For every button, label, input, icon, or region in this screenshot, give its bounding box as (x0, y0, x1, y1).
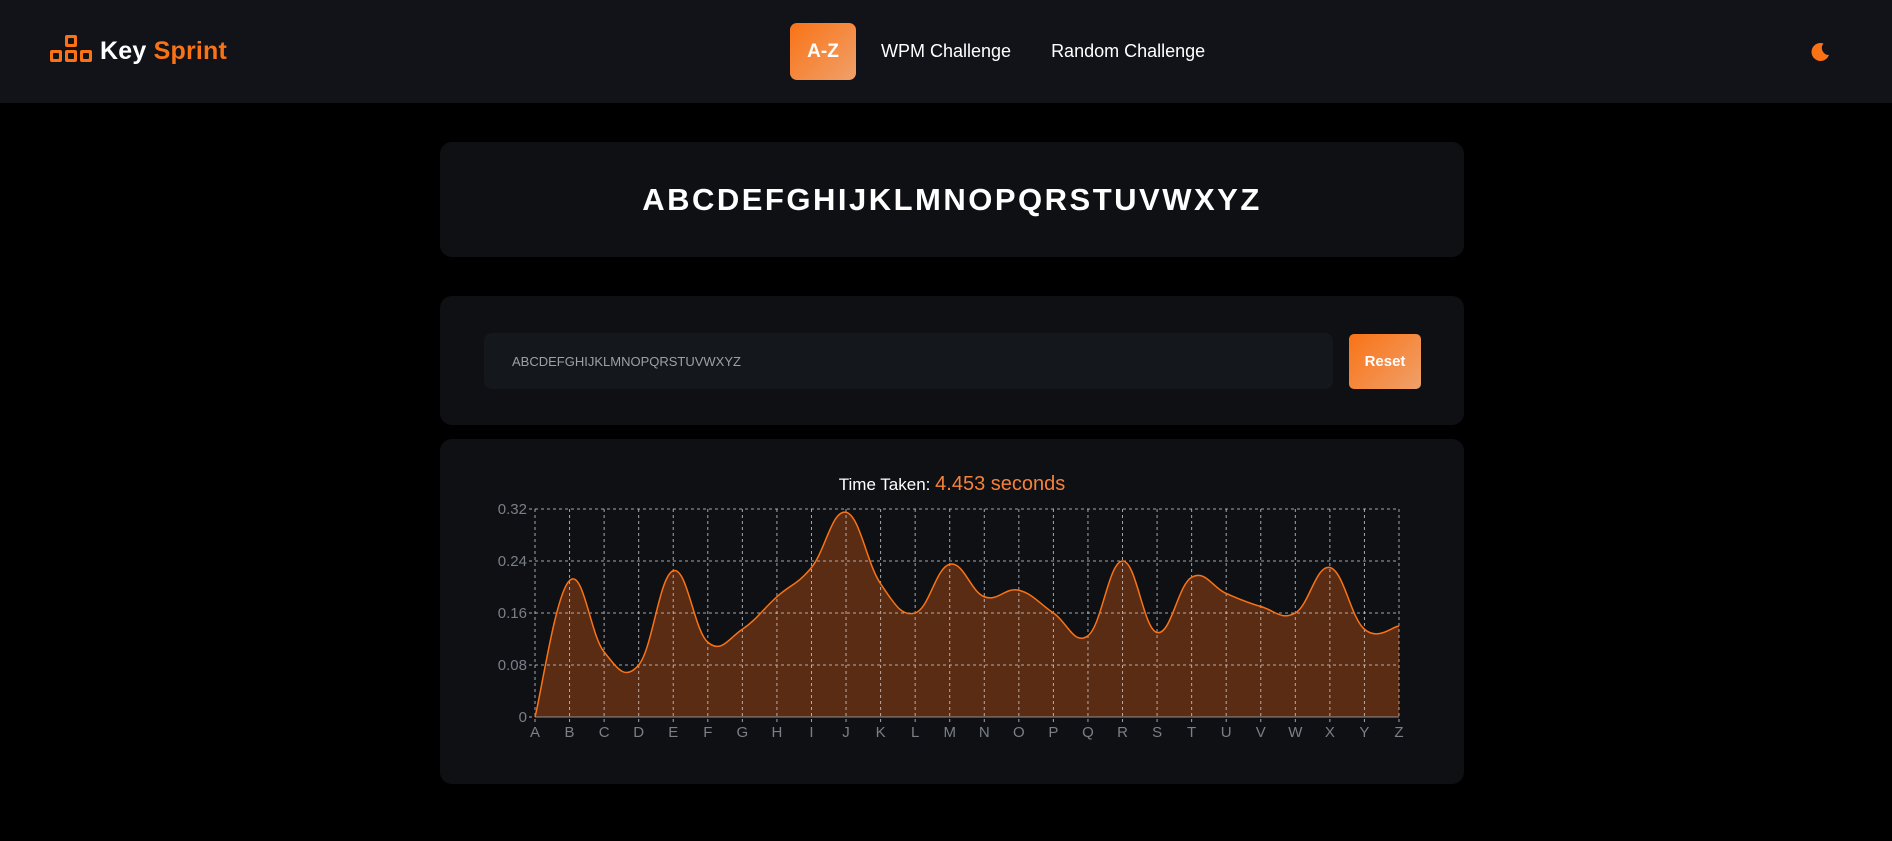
x-tick-label: H (771, 724, 782, 741)
x-tick-label: V (1256, 724, 1266, 741)
y-tick-label: 0 (519, 709, 527, 726)
logo[interactable]: Key Sprint (48, 33, 227, 69)
x-tick-label: U (1221, 724, 1232, 741)
x-tick-label: W (1288, 724, 1303, 741)
reset-button[interactable]: Reset (1349, 334, 1421, 389)
x-tick-label: X (1325, 724, 1335, 741)
x-tick-label: A (530, 724, 540, 741)
time-per-letter-chart: 0 0.08 0.16 0.24 0.32 A B C D E F G H I J K L M N O P Q R S T U V W… (498, 501, 1404, 741)
x-tick-label: Z (1394, 724, 1403, 741)
brand-key: Key (100, 36, 147, 65)
nav-wpm-challenge[interactable]: WPM Challenge (881, 23, 1011, 80)
target-text: ABCDEFGHIJKLMNOPQRSTUVWXYZ (642, 181, 1262, 217)
x-tick-label: T (1187, 724, 1196, 741)
x-tick-label: Q (1082, 724, 1094, 741)
typing-input[interactable]: ABCDEFGHIJKLMNOPQRSTUVWXYZ (484, 333, 1333, 389)
x-tick-label: O (1013, 724, 1025, 741)
nav-az-button[interactable]: A-Z (790, 23, 856, 80)
results-card: Time Taken: 4.453 seconds 0 0.08 0.16 0.24 0… (440, 439, 1464, 784)
input-card: ABCDEFGHIJKLMNOPQRSTUVWXYZ Reset (440, 296, 1464, 425)
nav-random-challenge[interactable]: Random Challenge (1051, 23, 1205, 80)
x-tick-label: Y (1359, 724, 1369, 741)
moon-icon[interactable] (1808, 40, 1832, 64)
brand-name: Key Sprint (100, 37, 227, 66)
y-tick-label: 0.32 (498, 501, 527, 518)
x-tick-label: R (1117, 724, 1128, 741)
x-tick-label: D (633, 724, 644, 741)
brand-sprint: Sprint (153, 36, 228, 65)
main-nav: A-Z WPM Challenge Random Challenge (790, 23, 1205, 80)
x-tick-label: L (911, 724, 919, 741)
x-tick-label: N (979, 724, 990, 741)
x-tick-label: I (809, 724, 813, 741)
x-tick-label: S (1152, 724, 1162, 741)
x-tick-label: K (876, 724, 886, 741)
y-tick-label: 0.08 (498, 657, 527, 674)
x-tick-label: M (943, 724, 956, 741)
x-tick-label: F (703, 724, 712, 741)
x-tick-label: E (668, 724, 678, 741)
chart-area-fill (535, 512, 1399, 717)
x-tick-label: B (565, 724, 575, 741)
keyboard-keys-icon (48, 33, 94, 69)
x-tick-label: J (842, 724, 850, 741)
x-tick-label: C (599, 724, 610, 741)
x-tick-label: G (737, 724, 749, 741)
target-text-card: ABCDEFGHIJKLMNOPQRSTUVWXYZ (440, 142, 1464, 257)
y-tick-label: 0.24 (498, 553, 527, 570)
x-tick-label: P (1048, 724, 1058, 741)
y-tick-label: 0.16 (498, 605, 527, 622)
navbar: Key Sprint A-Z WPM Challenge Random Chal… (0, 0, 1892, 103)
